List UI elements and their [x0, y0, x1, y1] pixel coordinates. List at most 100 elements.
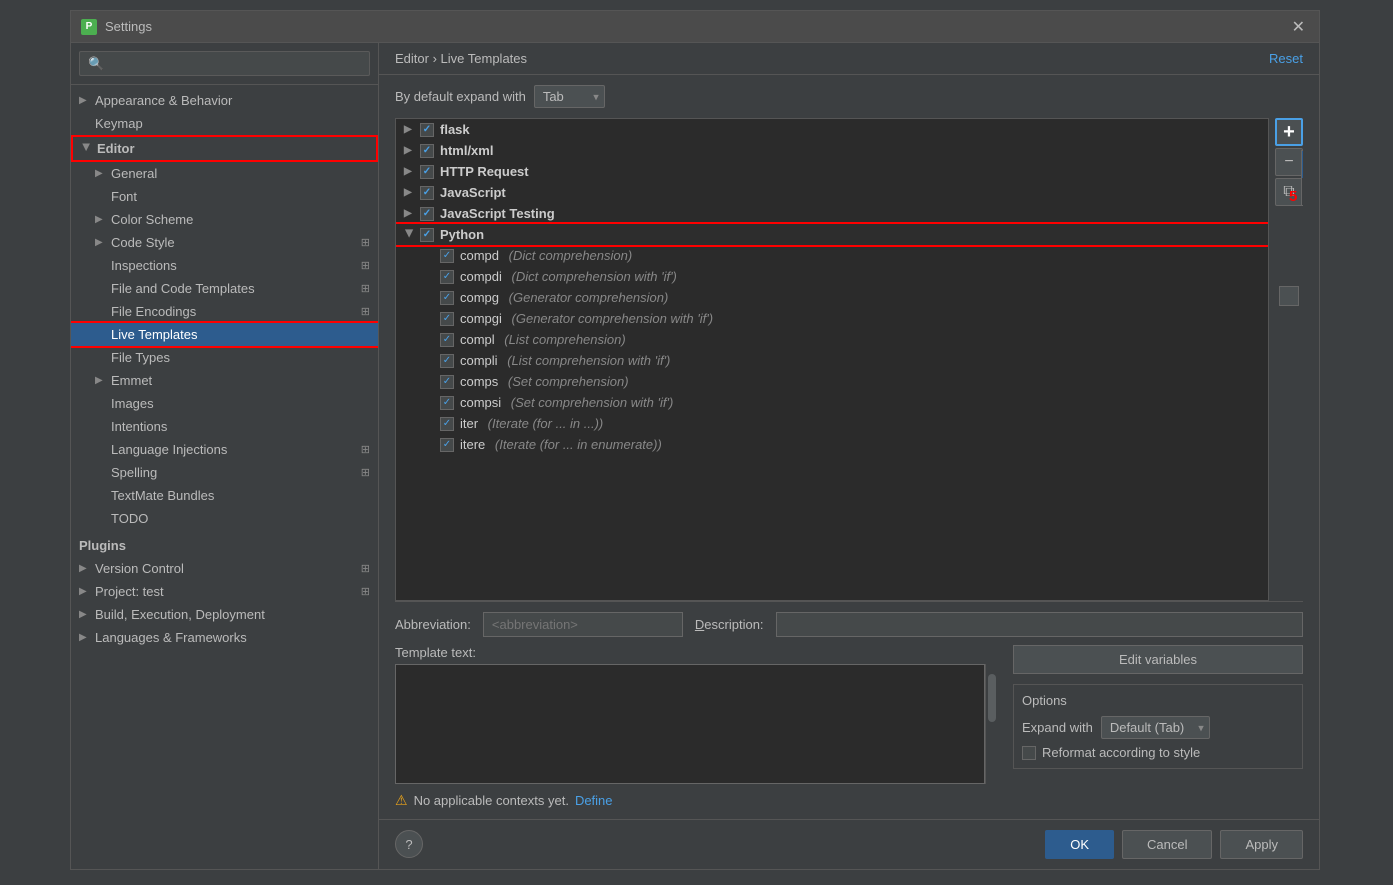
sidebar-item-projecttest[interactable]: ▶ Project: test ⊞ — [71, 580, 378, 603]
field-row-abbr-desc: Abbreviation: Description: — [395, 612, 1303, 637]
template-name-compg: compg — [460, 290, 499, 305]
group-flask[interactable]: ▶ ✓ flask — [396, 119, 1268, 140]
add-dropdown-menu: 1. Live Template 2. Template Group... — [1301, 150, 1303, 206]
sidebar-item-appearance[interactable]: ▶ Appearance & Behavior — [71, 89, 378, 112]
sidebar-item-general[interactable]: ▶ General — [71, 162, 378, 185]
group-checkbox-javascripttesting[interactable]: ✓ — [420, 207, 434, 221]
checkbox-compl[interactable]: ✓ — [440, 333, 454, 347]
search-input[interactable] — [79, 51, 370, 76]
checkbox-compdi[interactable]: ✓ — [440, 270, 454, 284]
sidebar-item-languages[interactable]: ▶ Languages & Frameworks — [71, 626, 378, 649]
sidebar-item-todo[interactable]: TODO — [71, 507, 378, 530]
sidebar-item-editor[interactable]: ▶ Editor — [71, 135, 378, 162]
checkbox-comps[interactable]: ✓ — [440, 375, 454, 389]
sidebar-item-label: Code Style — [111, 235, 175, 250]
sidebar-item-intentions[interactable]: Intentions — [71, 415, 378, 438]
copy-button[interactable]: ⧉ — [1275, 178, 1303, 206]
scrollbar[interactable] — [985, 664, 997, 784]
chevron-right-icon: ▶ — [95, 237, 105, 248]
expand-select[interactable]: Tab Enter Space — [534, 85, 605, 108]
template-compgi[interactable]: ✓ compgi (Generator comprehension with '… — [396, 308, 1268, 329]
template-iter[interactable]: ✓ iter (Iterate (for ... in ...)) — [396, 413, 1268, 434]
expand-with-select[interactable]: Default (Tab) Tab Enter Space — [1101, 716, 1210, 739]
sidebar-item-fileandcode[interactable]: File and Code Templates ⊞ — [71, 277, 378, 300]
group-javascript[interactable]: ▶ ✓ JavaScript — [396, 182, 1268, 203]
template-name-compd: compd — [460, 248, 499, 263]
sidebar-item-label: Emmet — [111, 373, 152, 388]
template-comps[interactable]: ✓ comps (Set comprehension) — [396, 371, 1268, 392]
group-checkbox-htmlxml[interactable]: ✓ — [420, 144, 434, 158]
checkbox-iter[interactable]: ✓ — [440, 417, 454, 431]
help-button[interactable]: ? — [395, 830, 423, 858]
template-compsi[interactable]: ✓ compsi (Set comprehension with 'if') — [396, 392, 1268, 413]
group-httprequest[interactable]: ▶ ✓ HTTP Request — [396, 161, 1268, 182]
remove-btn-area[interactable] — [1279, 286, 1299, 306]
sidebar-item-keymap[interactable]: Keymap 1 — [71, 112, 378, 135]
sidebar-item-filetypes[interactable]: File Types — [71, 346, 378, 369]
chevron-right-icon: ▶ — [95, 214, 105, 225]
template-compdi[interactable]: ✓ compdi (Dict comprehension with 'if') — [396, 266, 1268, 287]
group-checkbox-flask[interactable]: ✓ — [420, 123, 434, 137]
reset-button[interactable]: Reset — [1269, 51, 1303, 66]
template-desc-compl: (List comprehension) — [501, 332, 626, 347]
group-javascripttesting[interactable]: ▶ ✓ JavaScript Testing 3 — [396, 203, 1268, 224]
chevron-right-icon: ▶ — [95, 375, 105, 386]
apply-button[interactable]: Apply — [1220, 830, 1303, 859]
template-itere[interactable]: ✓ itere (Iterate (for ... in enumerate)) — [396, 434, 1268, 455]
sidebar-item-build[interactable]: ▶ Build, Execution, Deployment — [71, 603, 378, 626]
sidebar-item-font[interactable]: Font — [71, 185, 378, 208]
sidebar-item-label: Plugins — [79, 538, 126, 553]
template-compd[interactable]: ✓ compd (Dict comprehension) — [396, 245, 1268, 266]
template-compg[interactable]: ✓ compg (Generator comprehension) — [396, 287, 1268, 308]
group-checkbox-httprequest[interactable]: ✓ — [420, 165, 434, 179]
sidebar-item-label: Inspections — [111, 258, 177, 273]
sidebar-item-codestyle[interactable]: ▶ Code Style ⊞ — [71, 231, 378, 254]
group-name-python: Python — [440, 227, 484, 242]
group-checkbox-python[interactable]: ✓ — [420, 228, 434, 242]
edit-variables-button[interactable]: Edit variables — [1013, 645, 1303, 674]
ok-button[interactable]: OK — [1045, 830, 1114, 859]
sidebar-item-plugins[interactable]: Plugins — [71, 534, 378, 557]
sidebar-item-textmatebundles[interactable]: TextMate Bundles — [71, 484, 378, 507]
dropdown-item-live-template[interactable]: 1. Live Template — [1302, 151, 1303, 178]
cancel-button[interactable]: Cancel — [1122, 830, 1212, 859]
app-icon: P — [81, 19, 97, 35]
sidebar: ▶ Appearance & Behavior Keymap 1 ▶ Edito… — [71, 43, 379, 869]
sidebar-item-livetemplates[interactable]: Live Templates 2 — [71, 323, 378, 346]
checkbox-compd[interactable]: ✓ — [440, 249, 454, 263]
define-link[interactable]: Define — [575, 793, 613, 808]
dropdown-item-template-group[interactable]: 2. Template Group... — [1302, 178, 1303, 205]
sidebar-item-label: Color Scheme — [111, 212, 193, 227]
reformat-checkbox[interactable] — [1022, 746, 1036, 760]
checkbox-compgi[interactable]: ✓ — [440, 312, 454, 326]
checkbox-compli[interactable]: ✓ — [440, 354, 454, 368]
breadcrumb-separator: › — [433, 51, 441, 66]
template-name-compli: compli — [460, 353, 498, 368]
group-checkbox-javascript[interactable]: ✓ — [420, 186, 434, 200]
group-htmlxml[interactable]: ▶ ✓ html/xml — [396, 140, 1268, 161]
sidebar-item-languageinjections[interactable]: Language Injections ⊞ — [71, 438, 378, 461]
template-textarea[interactable] — [395, 664, 985, 784]
remove-button[interactable]: − — [1275, 148, 1303, 176]
sidebar-item-label: File and Code Templates — [111, 281, 255, 296]
add-button[interactable]: + — [1275, 118, 1303, 146]
template-compli[interactable]: ✓ compli (List comprehension with 'if') — [396, 350, 1268, 371]
sidebar-item-spelling[interactable]: Spelling ⊞ — [71, 461, 378, 484]
template-compl[interactable]: ✓ compl (List comprehension) — [396, 329, 1268, 350]
close-button[interactable]: ✕ — [1288, 17, 1309, 37]
sidebar-item-images[interactable]: Images — [71, 392, 378, 415]
group-name-javascripttesting: JavaScript Testing — [440, 206, 555, 221]
abbreviation-input[interactable] — [483, 612, 683, 637]
checkbox-compsi[interactable]: ✓ — [440, 396, 454, 410]
sidebar-item-colorscheme[interactable]: ▶ Color Scheme — [71, 208, 378, 231]
group-python[interactable]: ▶ ✓ Python — [396, 224, 1268, 245]
checkbox-itere[interactable]: ✓ — [440, 438, 454, 452]
description-input[interactable] — [776, 612, 1303, 637]
sidebar-item-versioncontrol[interactable]: ▶ Version Control ⊞ — [71, 557, 378, 580]
sidebar-item-fileencodings[interactable]: File Encodings ⊞ — [71, 300, 378, 323]
sidebar-item-inspections[interactable]: Inspections ⊞ — [71, 254, 378, 277]
chevron-down-icon: ▶ — [81, 144, 92, 154]
sidebar-item-emmet[interactable]: ▶ Emmet — [71, 369, 378, 392]
checkbox-compg[interactable]: ✓ — [440, 291, 454, 305]
template-side-panel: Edit variables Options Expand with Defau… — [1013, 645, 1303, 784]
